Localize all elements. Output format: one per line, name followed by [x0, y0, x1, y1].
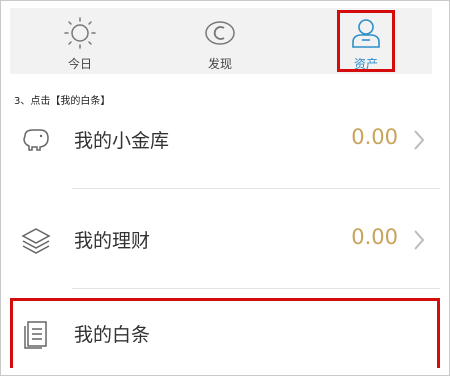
highlight-box-assets-tab	[337, 10, 395, 72]
list-item-value: 0.00	[351, 125, 398, 149]
tab-discover-label: 发现	[207, 57, 232, 71]
compass-icon	[205, 21, 235, 45]
chevron-right-icon	[414, 230, 425, 250]
list-item-value: 0.00	[351, 225, 398, 249]
chevron-right-icon	[414, 130, 425, 150]
list-item-label: 我的小金库	[74, 130, 170, 152]
tab-today[interactable]: 今日	[10, 8, 150, 74]
list-item-small-vault[interactable]: 我的小金库 0.00	[10, 112, 440, 170]
list-item-label: 我的理财	[74, 230, 151, 252]
list-item-wealth[interactable]: 我的理财 0.00	[10, 212, 440, 270]
instruction-caption: 3、点击【我的白条】	[14, 96, 111, 107]
divider	[72, 288, 440, 289]
highlight-box-baitiao	[10, 298, 440, 368]
tab-today-label: 今日	[67, 57, 92, 71]
layers-icon	[21, 228, 51, 254]
divider	[72, 188, 440, 189]
piggy-bank-icon	[23, 129, 49, 151]
tab-discover[interactable]: 发现	[150, 8, 290, 74]
sun-icon	[64, 17, 96, 49]
